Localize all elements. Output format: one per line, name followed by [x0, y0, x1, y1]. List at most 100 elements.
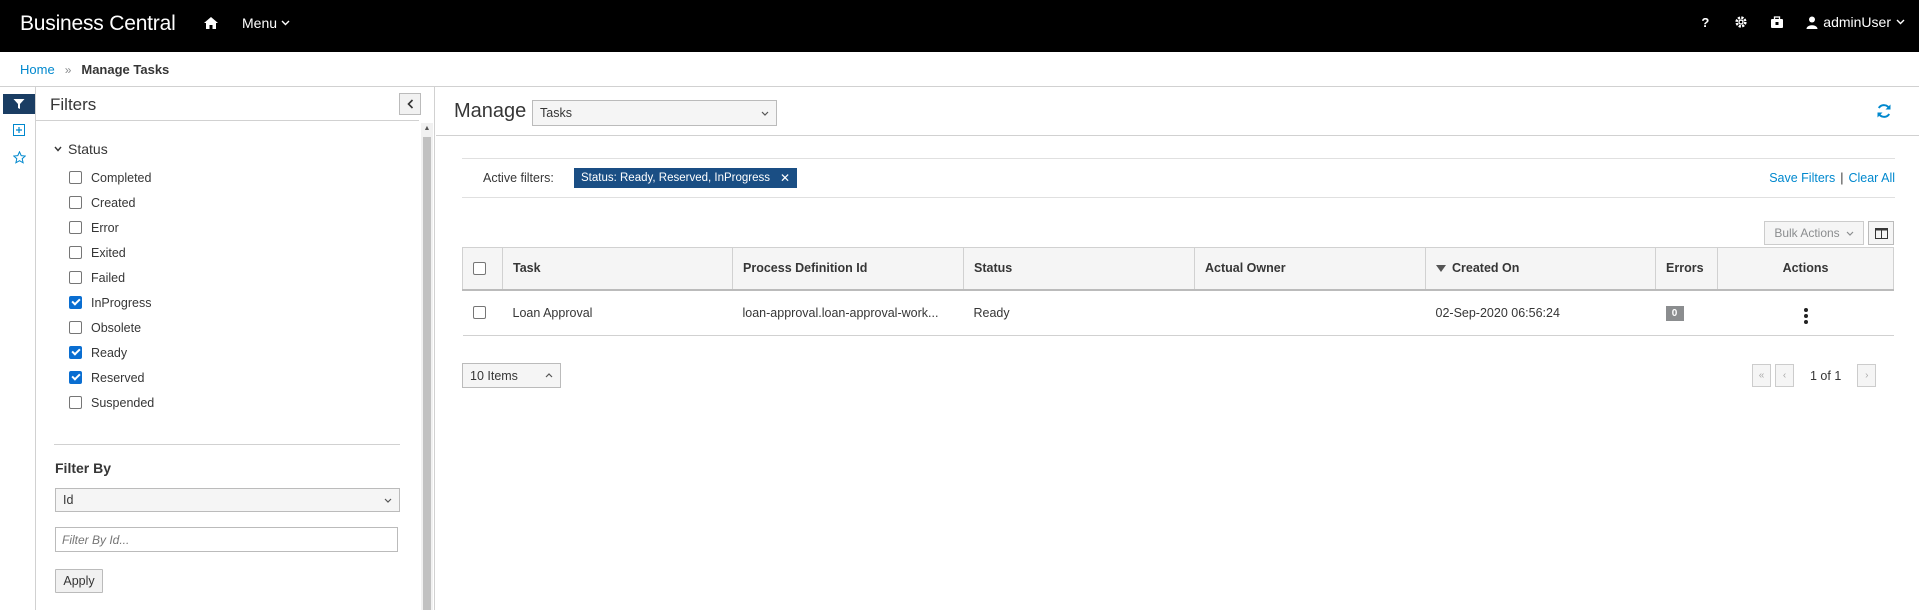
- collapse-panel-button[interactable]: [399, 93, 421, 115]
- column-header-task[interactable]: Task: [502, 247, 733, 291]
- status-option-completed[interactable]: Completed: [69, 165, 154, 190]
- page-size-select[interactable]: 10 Items: [462, 363, 561, 388]
- next-page-button[interactable]: ›: [1857, 364, 1877, 387]
- column-header-actual-owner[interactable]: Actual Owner: [1194, 247, 1426, 291]
- column-header-errors[interactable]: Errors: [1655, 247, 1718, 291]
- user-name: adminUser: [1823, 14, 1891, 30]
- chevron-down-icon: [384, 498, 392, 503]
- cell-created-on: 02-Sep-2020 06:56:24: [1425, 289, 1656, 336]
- status-checkbox[interactable]: [69, 346, 82, 359]
- chevron-down-icon: [1846, 231, 1854, 236]
- home-icon[interactable]: [203, 15, 219, 31]
- status-option-label: Failed: [91, 270, 126, 285]
- status-option-label: Obsolete: [91, 320, 142, 335]
- clear-all-link[interactable]: Clear All: [1848, 171, 1895, 185]
- status-checkbox[interactable]: [69, 296, 82, 309]
- status-option-reserved[interactable]: Reserved: [69, 365, 154, 390]
- filters-title: Filters: [50, 95, 97, 114]
- divider: [436, 135, 1919, 136]
- user-menu[interactable]: adminUser: [1806, 14, 1905, 30]
- status-option-failed[interactable]: Failed: [69, 265, 154, 290]
- menu-dropdown[interactable]: Menu: [242, 15, 290, 31]
- active-filter-chip-label: Status: Ready, Reserved, InProgress: [581, 172, 770, 184]
- status-option-inprogress[interactable]: InProgress: [69, 290, 154, 315]
- status-checkbox[interactable]: [69, 196, 82, 209]
- filter-by-input[interactable]: [55, 527, 398, 552]
- status-option-ready[interactable]: Ready: [69, 340, 154, 365]
- filters-panel: Filters ▲ Status Completed Created Error Ex…: [36, 87, 435, 610]
- status-checkbox[interactable]: [69, 396, 82, 409]
- row-select-cell: [462, 289, 503, 336]
- cell-task[interactable]: Loan Approval: [502, 289, 733, 336]
- star-icon[interactable]: [3, 147, 35, 167]
- columns-icon: [1874, 227, 1888, 239]
- chevron-down-icon: [1896, 19, 1905, 25]
- first-page-button[interactable]: «: [1752, 364, 1771, 387]
- chevron-up-icon: [545, 373, 553, 378]
- status-option-label: Ready: [91, 345, 128, 360]
- cell-process-definition-id: loan-approval.loan-approval-work...: [732, 289, 964, 336]
- chevron-down-icon: [54, 146, 62, 152]
- add-filter-icon[interactable]: [3, 120, 35, 140]
- filters-scrollbar[interactable]: ▲: [421, 123, 433, 610]
- status-option-label: Created: [91, 195, 136, 210]
- cell-actual-owner: [1194, 289, 1426, 336]
- active-filters-label: Active filters:: [483, 171, 554, 185]
- active-filter-chip: Status: Ready, Reserved, InProgress ✕: [574, 168, 798, 188]
- status-checkbox[interactable]: [69, 171, 82, 184]
- scrollbar-thumb[interactable]: [423, 137, 431, 610]
- column-header-created-on-label: Created On: [1452, 261, 1520, 276]
- status-checkbox[interactable]: [69, 246, 82, 259]
- status-group-toggle[interactable]: Status: [54, 141, 108, 157]
- save-filters-link[interactable]: Save Filters: [1769, 171, 1835, 185]
- status-checkbox[interactable]: [69, 371, 82, 384]
- filter-by-label: Filter By: [55, 460, 112, 476]
- bulk-actions-button[interactable]: Bulk Actions: [1764, 221, 1864, 245]
- link-divider: |: [1840, 171, 1844, 185]
- status-checkbox[interactable]: [69, 271, 82, 284]
- user-icon: [1806, 16, 1818, 29]
- breadcrumb-separator: »: [64, 62, 72, 77]
- status-option-label: Reserved: [91, 370, 145, 385]
- table-row[interactable]: Loan Approval loan-approval.loan-approva…: [462, 289, 1894, 336]
- refresh-icon[interactable]: [1876, 103, 1892, 119]
- status-option-obsolete[interactable]: Obsolete: [69, 315, 154, 340]
- kebab-menu-icon[interactable]: [1803, 308, 1808, 325]
- scroll-up-arrow[interactable]: ▲: [423, 125, 431, 133]
- close-icon[interactable]: ✕: [780, 171, 790, 185]
- status-option-label: Completed: [91, 170, 152, 185]
- table-header-row: Task Process Definition Id Status Actual…: [462, 247, 1894, 291]
- select-all-checkbox[interactable]: [473, 261, 486, 275]
- column-header-created-on[interactable]: Created On: [1425, 247, 1656, 291]
- cell-status: Ready: [963, 289, 1195, 336]
- filter-by-select[interactable]: Id: [55, 488, 400, 512]
- filter-icon[interactable]: [3, 94, 35, 114]
- apply-button[interactable]: Apply: [55, 569, 103, 593]
- previous-page-button[interactable]: ‹: [1775, 364, 1794, 387]
- bulk-actions-label: Bulk Actions: [1774, 226, 1840, 240]
- breadcrumb-current: Manage Tasks: [81, 62, 170, 77]
- status-option-error[interactable]: Error: [69, 215, 154, 240]
- menu-label: Menu: [242, 15, 278, 31]
- column-header-status[interactable]: Status: [963, 247, 1195, 291]
- select-all-header: [462, 247, 503, 291]
- app-brand[interactable]: Business Central: [20, 12, 176, 36]
- errors-badge[interactable]: 0: [1665, 305, 1684, 321]
- columns-picker-button[interactable]: [1868, 221, 1894, 245]
- row-checkbox[interactable]: [472, 306, 486, 320]
- status-checkbox[interactable]: [69, 221, 82, 234]
- cell-actions: [1717, 289, 1894, 336]
- gear-icon[interactable]: [1734, 15, 1748, 29]
- status-option-created[interactable]: Created: [69, 190, 154, 215]
- status-checkbox[interactable]: [69, 321, 82, 334]
- breadcrumb-home[interactable]: Home: [20, 62, 55, 77]
- sort-descending-icon: [1436, 265, 1446, 273]
- status-option-suspended[interactable]: Suspended: [69, 390, 154, 415]
- help-icon[interactable]: ?: [1698, 15, 1712, 30]
- status-checkbox-list: Completed Created Error Exited Failed InProgr…: [69, 165, 154, 415]
- status-option-exited[interactable]: Exited: [69, 240, 154, 265]
- briefcase-icon[interactable]: [1770, 15, 1784, 29]
- view-select[interactable]: Tasks: [532, 100, 777, 126]
- column-header-process-definition-id[interactable]: Process Definition Id: [732, 247, 964, 291]
- status-group-title: Status: [68, 141, 108, 157]
